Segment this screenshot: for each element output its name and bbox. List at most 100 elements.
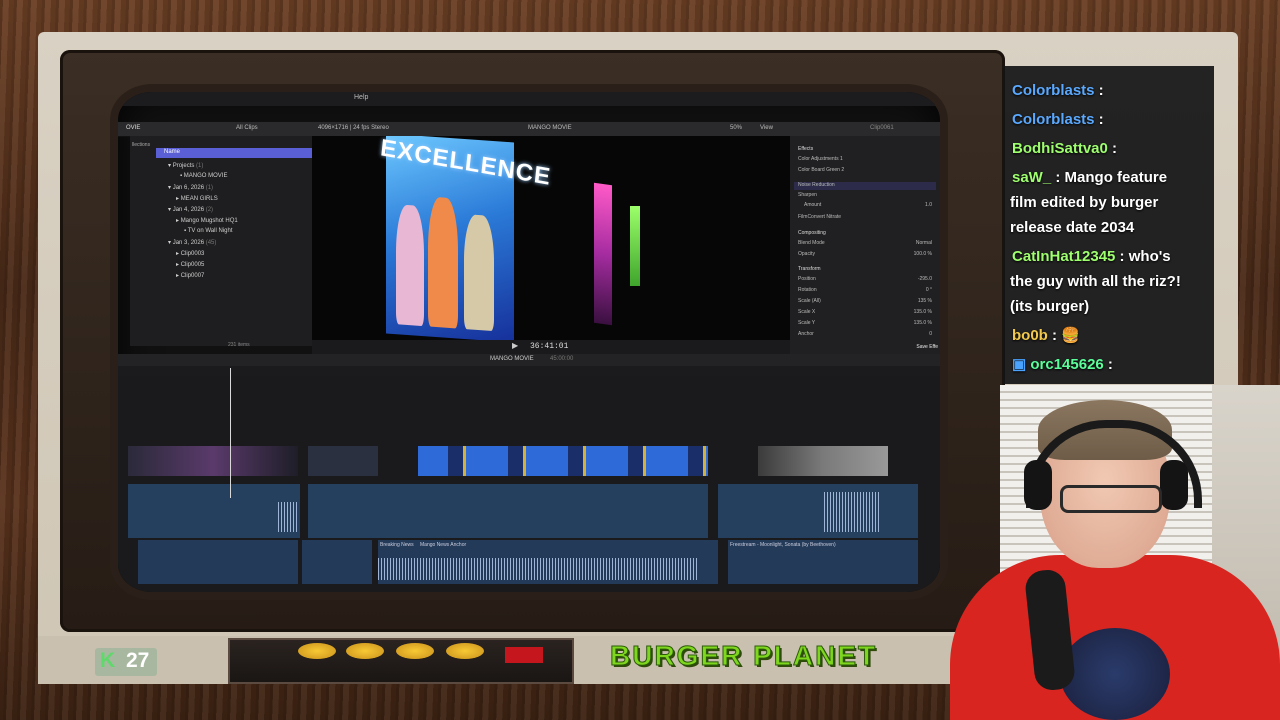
- browser-row[interactable]: ▪ MANGO MOVIE: [180, 173, 227, 179]
- video-viewer[interactable]: EXCELLENCE: [312, 136, 790, 340]
- clip-format-info: 4096×1716 | 24 fps Stereo: [318, 125, 389, 131]
- timeline-header: MANGO MOVIE 45:00:00: [118, 354, 940, 366]
- browser-row[interactable]: ▾ Jan 3, 2026 (45): [168, 239, 216, 246]
- burger-planet-shirt-logo: [1060, 628, 1170, 720]
- save-effects-button[interactable]: Save Effe: [916, 344, 938, 350]
- browser-row[interactable]: ▾ Projects (1): [168, 162, 203, 169]
- waveform: [824, 492, 880, 532]
- effect-item[interactable]: Sharpen: [798, 192, 817, 198]
- inspector-clip-name: Clip0061: [870, 125, 894, 131]
- control-knob: [396, 643, 434, 659]
- effects-header: Effects: [798, 146, 814, 152]
- project-title: MANGO MOVIE: [528, 125, 572, 131]
- anchor-label: Anchor: [798, 331, 814, 337]
- video-clip[interactable]: [308, 446, 378, 476]
- scale-all-value[interactable]: 135 %: [918, 298, 932, 304]
- control-knob: [346, 643, 384, 659]
- tv-screen: Help OVIE All Clips 4096×1716 | 24 fps S…: [118, 92, 940, 592]
- video-clip-news[interactable]: [418, 446, 708, 476]
- view-menu[interactable]: View: [760, 125, 773, 131]
- audio-track[interactable]: [128, 484, 300, 538]
- amount-value[interactable]: 1.0: [925, 202, 932, 208]
- timeline-duration: 45:00:00: [550, 356, 574, 362]
- position-label: Position: [798, 276, 816, 282]
- scale-y-value[interactable]: 135.0 %: [914, 320, 932, 326]
- effect-item[interactable]: Color Board Green 2: [798, 167, 844, 173]
- chat-message: (its burger): [1010, 298, 1090, 315]
- viewer-count: 27: [126, 649, 150, 672]
- playhead[interactable]: [230, 368, 231, 498]
- opacity-label: Opacity: [798, 251, 815, 257]
- chat-message: film edited by burger: [1010, 194, 1159, 211]
- control-knob: [298, 643, 336, 659]
- effect-item[interactable]: Noise Reduction: [798, 182, 835, 188]
- scale-x-label: Scale X: [798, 309, 816, 315]
- rotation-value[interactable]: 0 °: [926, 287, 932, 293]
- record-light: [505, 647, 543, 663]
- opacity-value[interactable]: 100.0 %: [914, 251, 932, 257]
- browser-row[interactable]: ▾ Jan 4, 2026 (2): [168, 206, 213, 213]
- waveform: [278, 502, 298, 532]
- audio-clip-label: Breaking News: [380, 542, 414, 548]
- app-toolbar: OVIE All Clips 4096×1716 | 24 fps Stereo…: [118, 122, 940, 137]
- figure: [428, 196, 458, 329]
- figure: [396, 204, 424, 327]
- browser-row[interactable]: ▸ Clip0003: [176, 250, 204, 257]
- compositing-header: Compositing: [798, 230, 826, 236]
- viewer-controls: 36:41:01 ▶: [312, 340, 790, 354]
- billboard-image: EXCELLENCE: [379, 136, 552, 340]
- music-track[interactable]: [302, 540, 372, 584]
- timecode-display: 36:41:01: [530, 342, 569, 351]
- neon-sign: [594, 182, 612, 326]
- headset-earcup: [1024, 460, 1052, 510]
- browser-row[interactable]: ▪ TV on Wall Night: [184, 228, 232, 234]
- items-count: 231 items: [228, 342, 250, 348]
- sidebar-libraries[interactable]: llections: [132, 142, 150, 148]
- figure: [464, 213, 494, 332]
- library-browser: [130, 136, 312, 346]
- browser-row[interactable]: ▸ MEAN GIRLS: [176, 195, 218, 202]
- glasses: [1060, 485, 1162, 513]
- scale-all-label: Scale (All): [798, 298, 821, 304]
- timeline-project-name[interactable]: MANGO MOVIE: [490, 356, 534, 362]
- chat-message: Colorblasts :: [1012, 82, 1104, 99]
- chat-message: CatInHat12345 : who's: [1012, 248, 1171, 265]
- audio-track[interactable]: [308, 484, 708, 538]
- scale-y-label: Scale Y: [798, 320, 816, 326]
- headset-earcup: [1160, 460, 1188, 510]
- music-track[interactable]: [138, 540, 298, 584]
- chat-message: BodhiSattva0 :: [1012, 140, 1118, 157]
- chat-message: the guy with all the riz?!: [1010, 273, 1181, 290]
- browser-column-header[interactable]: Name: [156, 148, 312, 158]
- control-knob: [446, 643, 484, 659]
- chat-message: Colorblasts :: [1012, 111, 1104, 128]
- chat-message: ▣ orc145626 :: [1012, 356, 1113, 373]
- blend-mode-select[interactable]: Normal: [916, 240, 932, 246]
- kick-icon: K: [100, 649, 116, 672]
- position-value[interactable]: -295.0: [918, 276, 932, 282]
- video-clip[interactable]: [128, 446, 298, 476]
- chat-message: saW_ : Mango feature: [1012, 169, 1168, 186]
- scale-x-value[interactable]: 135.0 %: [914, 309, 932, 315]
- billboard-text: EXCELLENCE: [379, 136, 553, 191]
- browser-filter-menu[interactable]: All Clips: [236, 125, 258, 131]
- play-icon[interactable]: ▶: [512, 341, 518, 350]
- effect-item[interactable]: Color Adjustments 1: [798, 156, 843, 162]
- browser-row[interactable]: ▸ Mango Mugshot HQ1: [176, 217, 238, 224]
- browser-row[interactable]: ▸ Clip0005: [176, 261, 204, 268]
- zoom-menu[interactable]: 50%: [730, 125, 742, 131]
- browser-row[interactable]: ▾ Jan 6, 2026 (1): [168, 184, 213, 191]
- menu-help[interactable]: Help: [354, 94, 368, 101]
- video-clip[interactable]: [758, 446, 888, 476]
- blend-mode-label: Blend Mode: [798, 240, 825, 246]
- menu-bar: Help: [118, 92, 940, 106]
- emote-icon: 🍔: [1061, 327, 1080, 344]
- amount-label: Amount: [804, 202, 822, 208]
- chat-message: bo0b : 🍔: [1012, 327, 1080, 344]
- audio-clip-label: Mango News Anchor: [420, 542, 467, 548]
- audio-track[interactable]: [718, 484, 918, 538]
- anchor-value[interactable]: 0: [929, 331, 932, 337]
- browser-row[interactable]: ▸ Clip0007: [176, 272, 204, 279]
- effect-item[interactable]: FilmConvert Nitrate: [798, 214, 841, 220]
- waveform: [378, 558, 698, 580]
